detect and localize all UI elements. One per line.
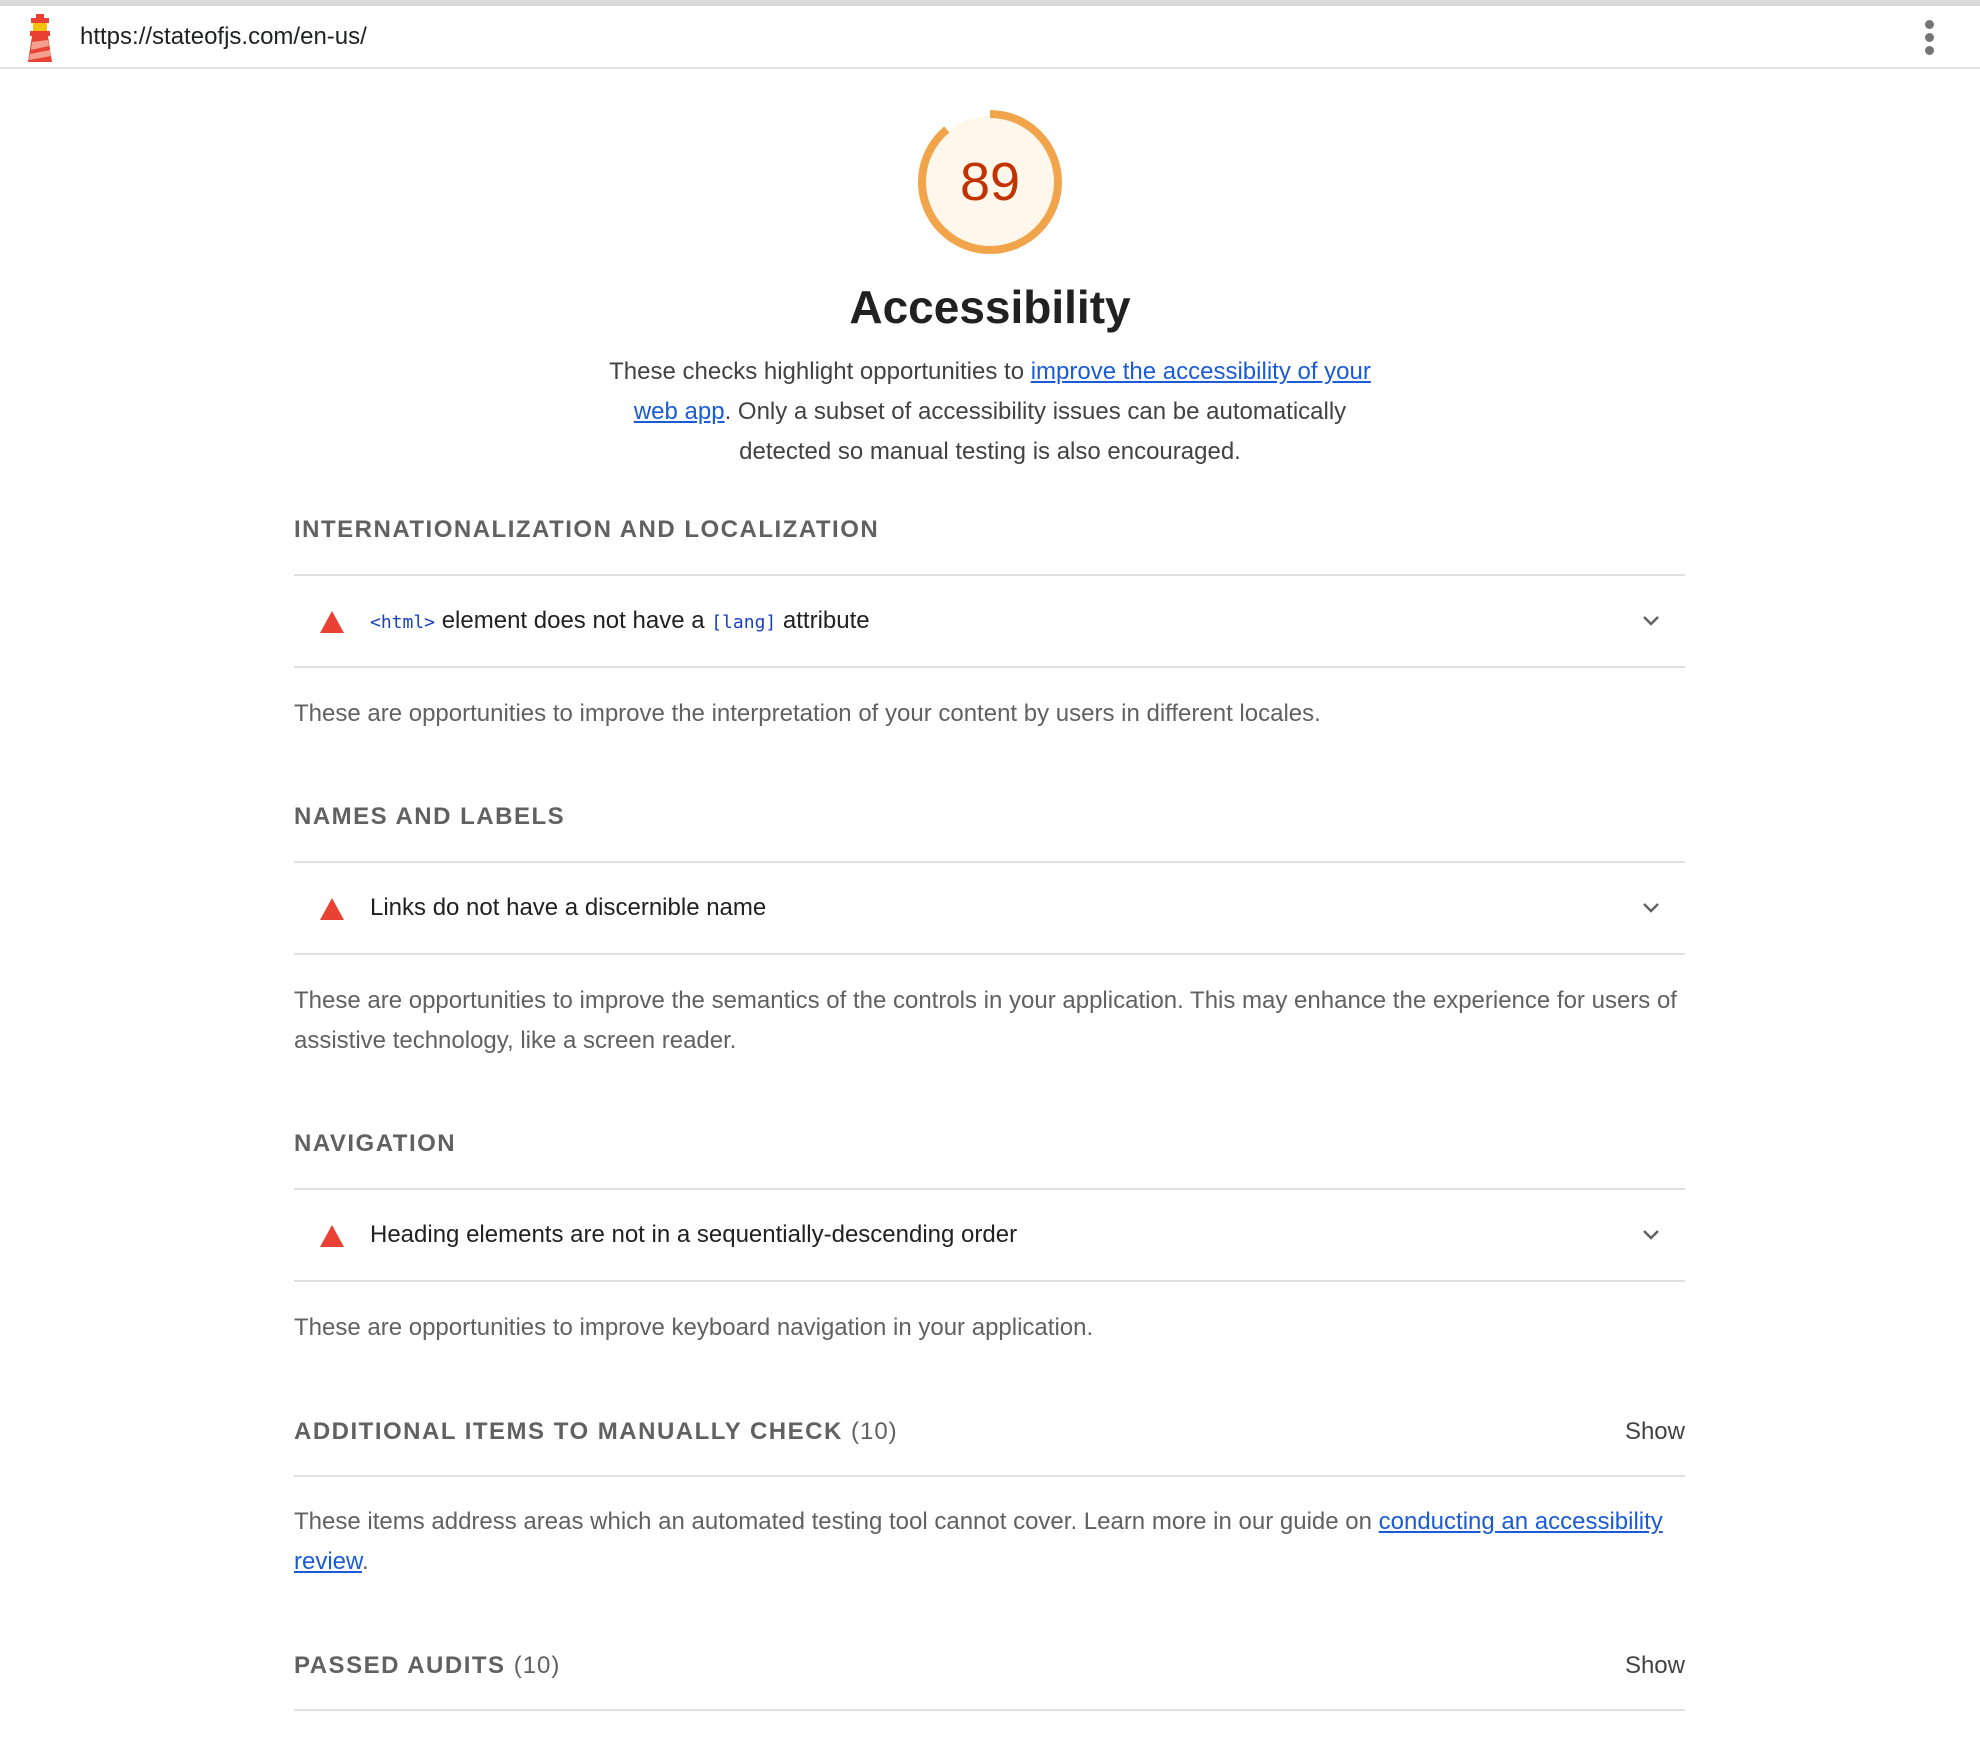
audit-text: attribute	[776, 607, 870, 634]
intro-text-before: These checks highlight opportunities to	[609, 358, 1031, 385]
divider	[294, 953, 1685, 955]
chevron-down-icon[interactable]	[1641, 611, 1661, 631]
show-passed-audits-button[interactable]: Show	[1580, 1652, 1685, 1680]
show-manual-checks-button[interactable]: Show	[1580, 1418, 1685, 1446]
manual-checks-count: (10)	[850, 1418, 898, 1445]
section-title-navigation: NAVIGATION	[294, 1130, 457, 1157]
score-value: 89	[959, 152, 1021, 212]
warning-triangle-icon	[320, 898, 344, 920]
audit-title: <html> element does not have a [lang] at…	[370, 605, 870, 639]
divider	[294, 666, 1685, 668]
audit-link-name[interactable]: Links do not have a discernible name	[294, 862, 1685, 954]
section-title-passed-audits: PASSED AUDITS (10)	[294, 1652, 560, 1680]
section-title-text: ADDITIONAL ITEMS TO MANUALLY CHECK	[294, 1418, 843, 1445]
passed-audits-count: (10)	[513, 1652, 561, 1679]
audit-text: element does not have a	[435, 607, 712, 634]
audit-html-has-lang[interactable]: <html> element does not have a [lang] at…	[294, 575, 1685, 667]
section-title-i18n: INTERNATIONALIZATION AND LOCALIZATION	[294, 516, 880, 543]
category-title: Accessibility	[849, 281, 1131, 333]
audit-heading-order[interactable]: Heading elements are not in a sequential…	[294, 1189, 1685, 1281]
warning-triangle-icon	[320, 1225, 344, 1247]
manual-description-end: .	[362, 1548, 369, 1575]
section-description-names-labels: These are opportunities to improve the s…	[294, 987, 1677, 1054]
divider	[294, 1280, 1685, 1282]
audit-title: Links do not have a discernible name	[370, 894, 767, 921]
warning-triangle-icon	[320, 611, 344, 633]
divider	[294, 1709, 1685, 1711]
divider	[294, 1475, 1685, 1477]
section-description-navigation: These are opportunities to improve keybo…	[294, 1314, 1094, 1341]
score-gauge: 89	[916, 108, 1064, 256]
manual-description-text: These items address areas which an autom…	[294, 1508, 1379, 1535]
section-title-names-labels: NAMES AND LABELS	[294, 803, 566, 830]
page-url: https://stateofjs.com/en-us/	[80, 23, 367, 50]
more-vert-icon[interactable]	[1918, 20, 1940, 60]
section-description-i18n: These are opportunities to improve the i…	[294, 700, 1321, 727]
section-description-manual-checks: These items address areas which an autom…	[294, 1502, 1685, 1582]
intro-text-after: . Only a subset of accessibility issues …	[724, 398, 1347, 465]
chevron-down-icon[interactable]	[1641, 898, 1661, 918]
lighthouse-logo-icon	[28, 14, 52, 62]
audit-title: Heading elements are not in a sequential…	[370, 1221, 1018, 1248]
code-lang-attribute: [lang]	[711, 612, 777, 633]
chevron-down-icon[interactable]	[1641, 1225, 1661, 1245]
section-title-manual-checks: ADDITIONAL ITEMS TO MANUALLY CHECK (10)	[294, 1418, 898, 1446]
report-topbar: https://stateofjs.com/en-us/	[0, 6, 1980, 69]
category-description: These checks highlight opportunities to …	[590, 352, 1390, 472]
code-html-element: <html>	[370, 612, 436, 633]
section-title-text: PASSED AUDITS	[294, 1652, 506, 1679]
